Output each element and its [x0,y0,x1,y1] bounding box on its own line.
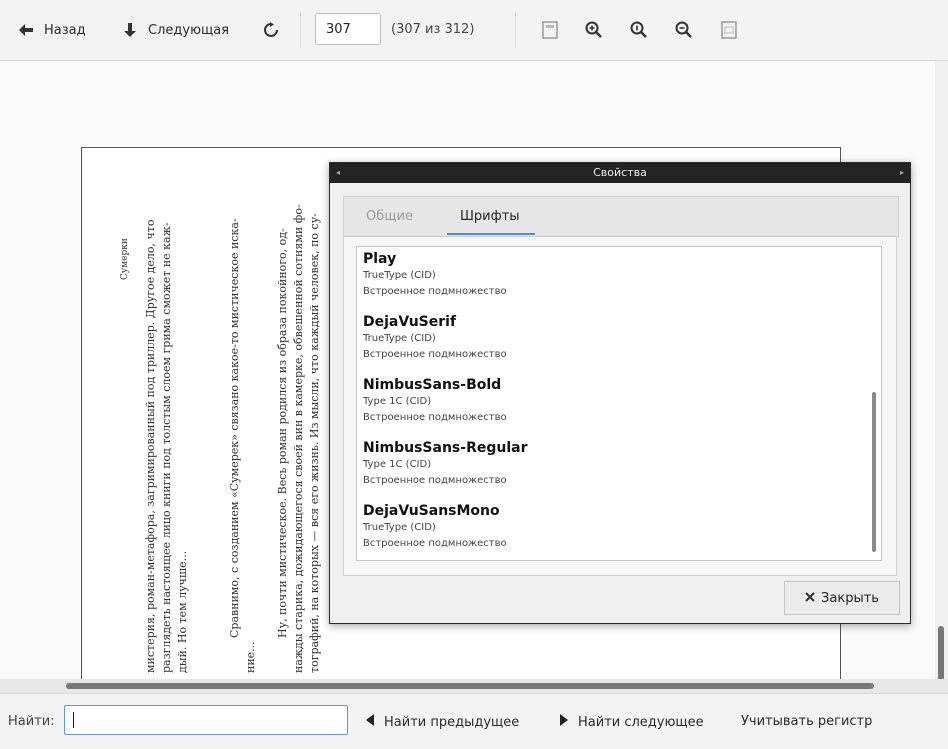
zoom-original-button[interactable] [629,18,649,42]
find-next-button[interactable]: Найти следующее [560,714,704,730]
text-line: нажды старика, дожидающегося своей вин в… [292,204,305,673]
text-line: разглядеть настоящее лицо книги под толс… [160,222,173,673]
zoom-original-icon [629,20,649,40]
text-line: тографий, на которых — вся его жизнь. Из… [308,213,321,673]
active-tab-indicator [447,233,535,235]
list-item[interactable]: DejaVuSerif TrueType (CID) Встроенное по… [363,313,507,363]
font-type: TrueType (CID) [363,522,436,533]
properties-dialog: ◂ Свойства ▸ Общие Шрифты Play TrueType … [329,162,911,624]
list-scrollbar[interactable] [872,392,876,552]
font-type: TrueType (CID) [363,270,436,281]
dialog-titlebar[interactable]: ◂ Свойства ▸ [330,163,910,183]
text-caret [73,712,74,728]
fit-page-button[interactable] [540,18,560,42]
arrow-left-icon [16,20,36,40]
font-type: TrueType (CID) [363,333,436,344]
find-next-label: Найти следующее [578,714,704,730]
font-name: NimbusSans-Bold [363,377,502,393]
text-line: дый. Но тем лучше... [176,550,189,673]
zoom-out-button[interactable] [674,18,694,42]
font-embedding: Встроенное подмножество [363,412,507,423]
titlebar-right-icon: ▸ [899,168,904,177]
dialog-title: Свойства [593,166,647,179]
text-line: Ну, почти мистическое. Весь роман родилс… [276,228,289,638]
horizontal-scrollbar[interactable] [0,679,948,693]
zoom-in-button[interactable] [584,18,604,42]
match-case-label: Учитывать регистр [741,714,873,729]
next-page-button[interactable]: Следующая [120,18,229,42]
find-input[interactable] [64,705,348,735]
find-previous-label: Найти предыдущее [384,714,520,730]
font-embedding: Встроенное подмножество [363,475,507,486]
triangle-right-icon [560,714,568,730]
refresh-icon [261,20,281,40]
fit-page-icon [540,20,560,40]
font-name: NimbusSans-Regular [363,440,528,456]
font-list[interactable]: Play TrueType (CID) Встроенное подмножес… [356,246,882,561]
fit-width-icon [719,20,739,40]
page-number-input[interactable] [315,13,381,45]
font-embedding: Встроенное подмножество [363,286,507,297]
fonts-panel: Play TrueType (CID) Встроенное подмножес… [343,236,897,576]
reload-button[interactable] [261,18,281,42]
font-name: DejaVuSerif [363,314,457,330]
zoom-in-icon [584,20,604,40]
font-type: Type 1C (CID) [363,396,432,407]
close-button[interactable]: Закрыть [784,581,900,615]
find-previous-button[interactable]: Найти предыдущее [366,714,519,730]
font-embedding: Встроенное подмножество [363,538,507,549]
fit-width-button[interactable] [719,18,739,42]
titlebar-left-icon: ◂ [336,168,341,177]
list-item[interactable]: NimbusSans-Regular Type 1C (CID) Встроен… [363,439,527,489]
arrow-down-icon [120,20,140,40]
toolbar-separator [300,12,301,48]
toolbar: Назад Следующая (307 из 312) [0,0,948,61]
running-header: Сумерки [120,238,130,280]
vertical-scroll-thumb[interactable] [938,626,944,681]
list-item[interactable]: NimbusSans-Bold Type 1C (CID) Встроенное… [363,376,507,426]
match-case-toggle[interactable]: Учитывать регистр [741,714,872,729]
next-page-label: Следующая [148,22,230,38]
find-label: Найти: [8,714,55,729]
horizontal-scroll-thumb[interactable] [66,683,874,689]
tab-general[interactable]: Общие [366,209,413,224]
text-line: ние... [244,641,257,673]
text-line: мистерия, роман-метафора, загримированны… [144,219,157,673]
tab-fonts[interactable]: Шрифты [460,209,520,224]
close-label: Закрыть [821,590,879,606]
back-button[interactable]: Назад [16,18,86,42]
list-item[interactable]: Play TrueType (CID) Встроенное подмножес… [363,250,507,300]
font-embedding: Встроенное подмножество [363,349,507,360]
font-name: Play [363,251,397,267]
vertical-scrollbar[interactable] [935,61,948,681]
font-type: Type 1C (CID) [363,459,432,470]
list-item[interactable]: DejaVuSansMono TrueType (CID) Встроенное… [363,502,507,552]
font-name: DejaVuSansMono [363,503,500,519]
back-label: Назад [44,22,86,38]
zoom-out-icon [674,20,694,40]
toolbar-separator [515,12,516,48]
find-bar: Найти: Найти предыдущее Найти следующее … [0,693,948,749]
tab-bar: Общие Шрифты [343,196,899,237]
triangle-left-icon [366,714,374,730]
close-icon [805,591,815,606]
text-line: Сравнимо, с созданием «Сумерек» связано … [228,218,241,638]
page-count: (307 из 312) [391,22,475,37]
